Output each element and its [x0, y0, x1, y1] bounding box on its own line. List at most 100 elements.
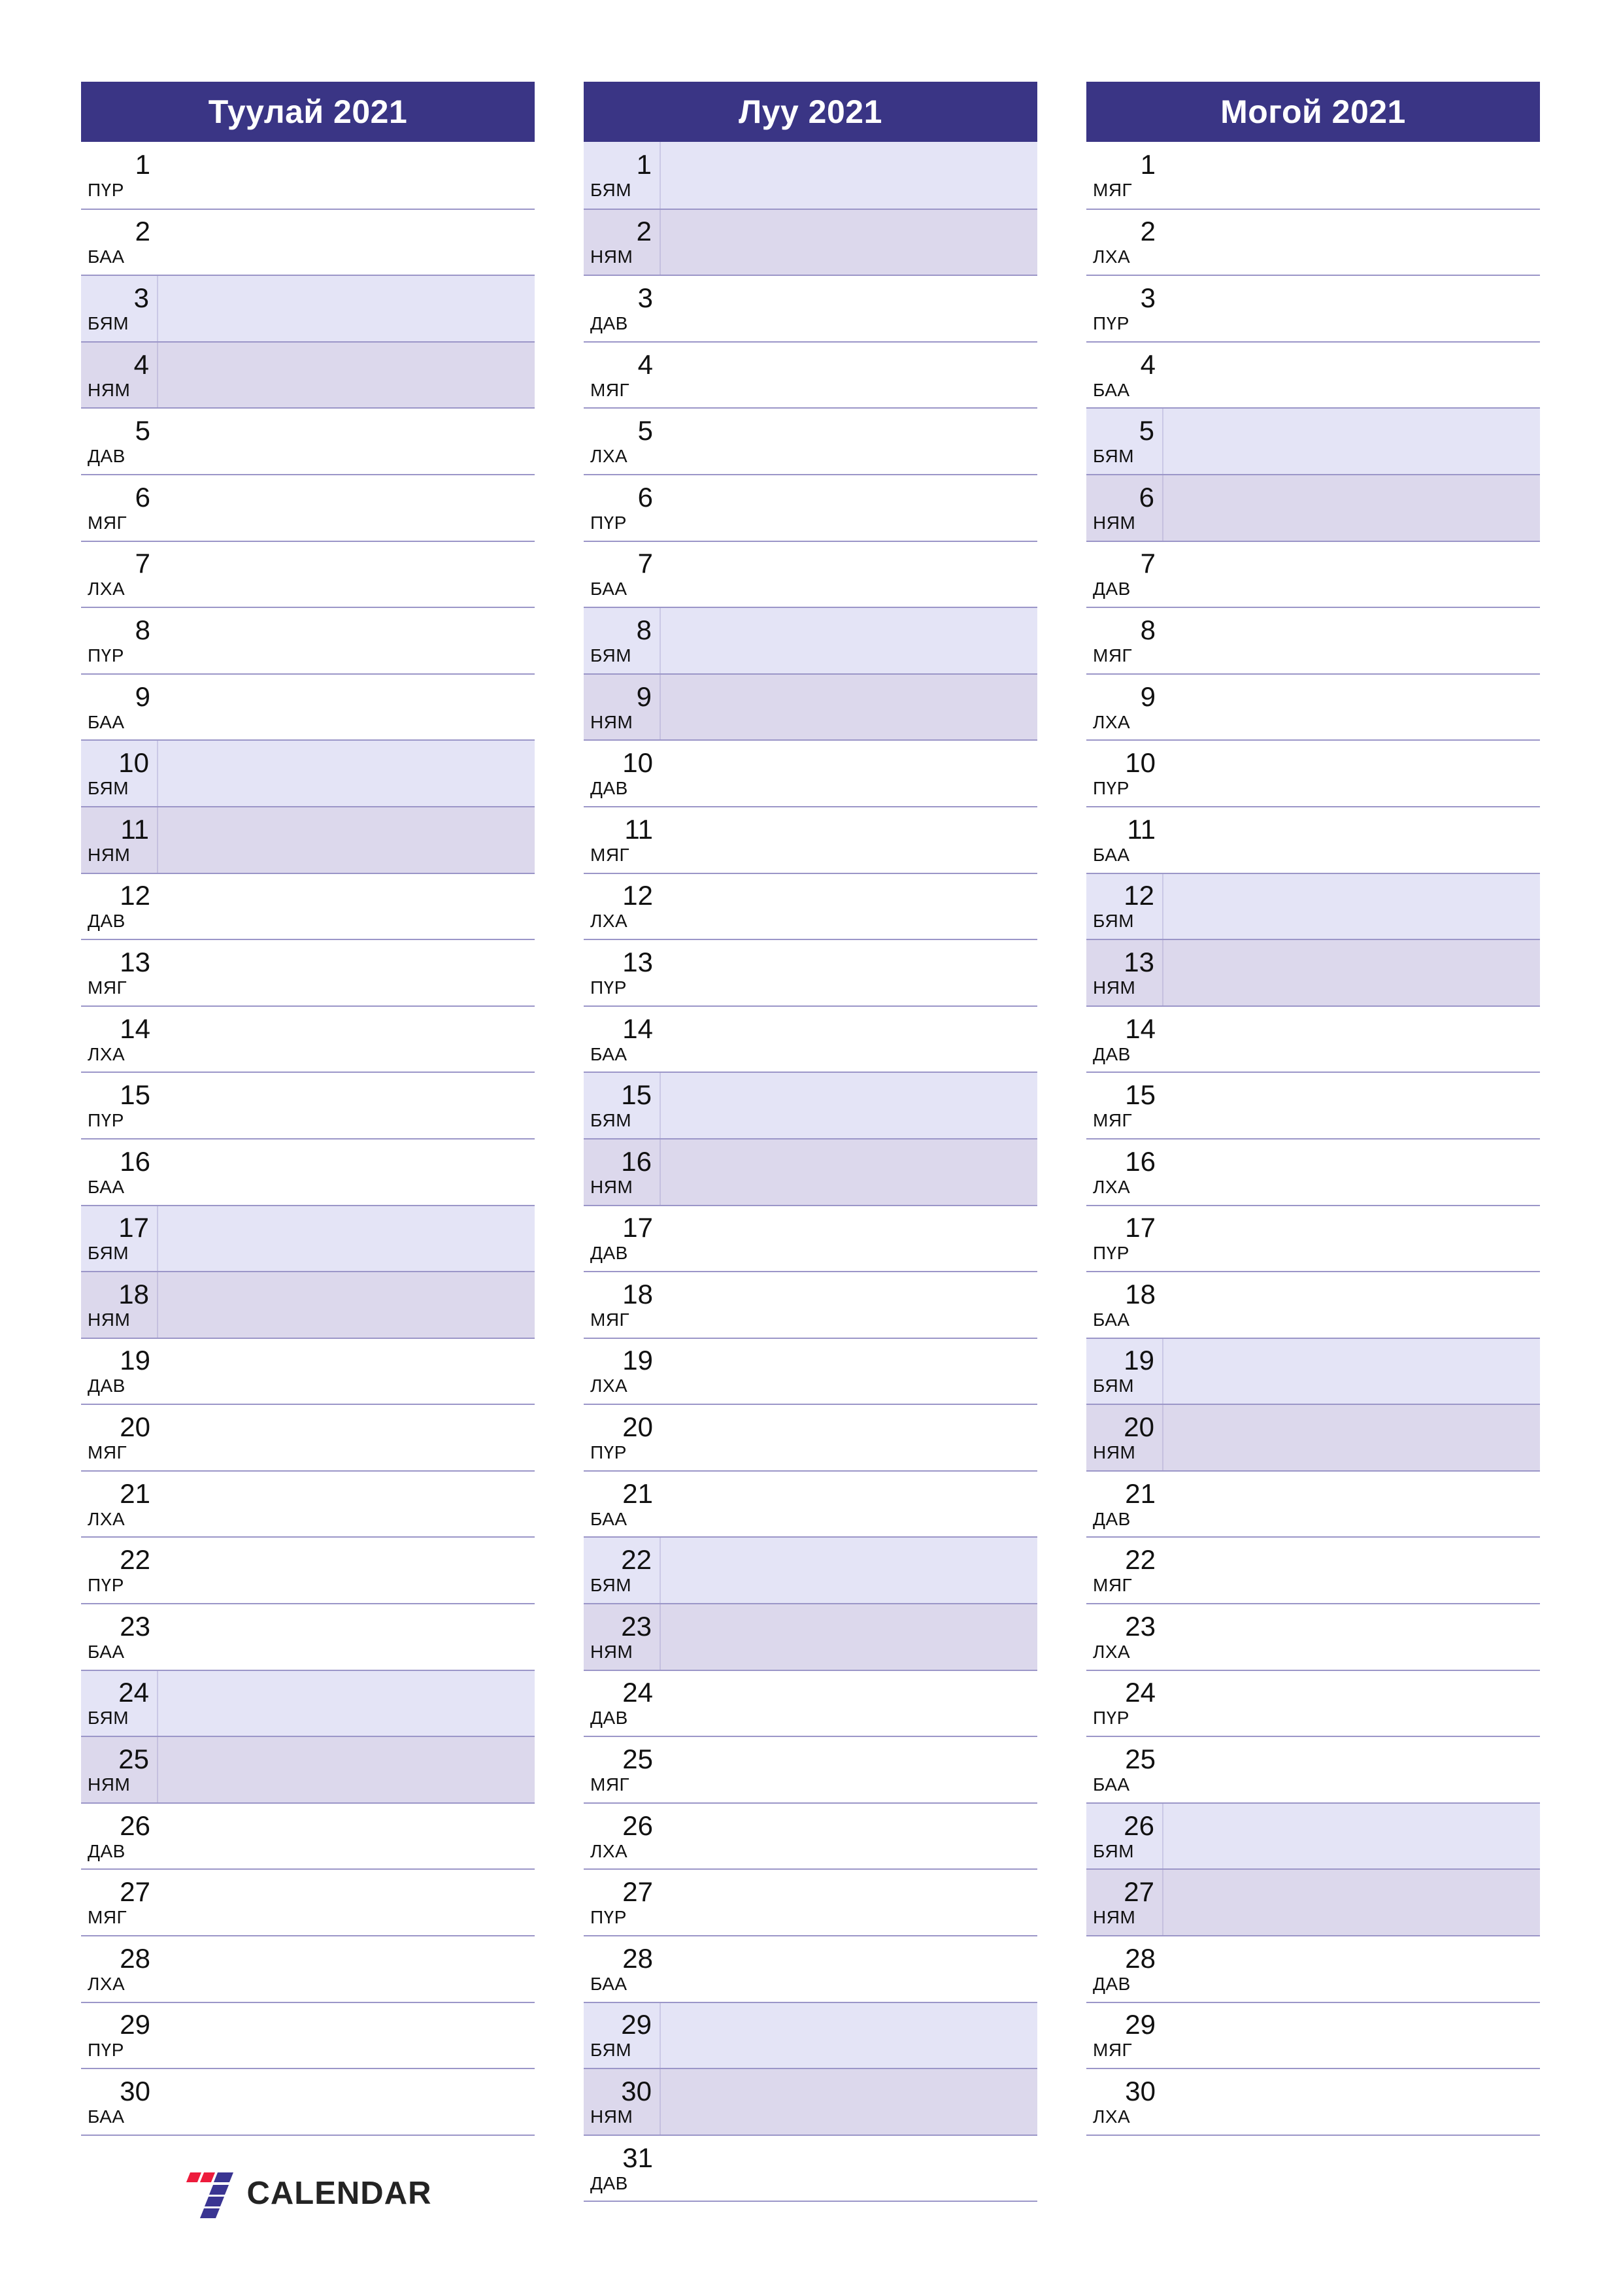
- day-row[interactable]: 31 ДАВ: [584, 2134, 1037, 2201]
- day-notes-area[interactable]: [661, 142, 1037, 209]
- day-notes-area[interactable]: [661, 210, 1037, 275]
- day-notes-area[interactable]: [158, 409, 535, 474]
- day-row[interactable]: 16 ЛХА: [1086, 1138, 1540, 1205]
- day-row[interactable]: 6 НЯМ: [1086, 473, 1540, 541]
- day-notes-area[interactable]: [1163, 2069, 1540, 2135]
- day-row[interactable]: 14 ДАВ: [1086, 1005, 1540, 1072]
- day-row[interactable]: 13 ПҮР: [584, 939, 1037, 1005]
- day-row[interactable]: 1 ПҮР: [81, 142, 535, 209]
- day-row[interactable]: 24 ДАВ: [584, 1669, 1037, 1736]
- day-notes-area[interactable]: [158, 1073, 535, 1138]
- day-notes-area[interactable]: [158, 608, 535, 673]
- day-notes-area[interactable]: [158, 1870, 535, 1935]
- day-row[interactable]: 2 БАА: [81, 208, 535, 275]
- day-notes-area[interactable]: [158, 142, 535, 209]
- day-notes-area[interactable]: [158, 343, 535, 408]
- day-row[interactable]: 12 БЯМ: [1086, 872, 1540, 939]
- day-row[interactable]: 19 БЯМ: [1086, 1337, 1540, 1404]
- day-notes-area[interactable]: [661, 807, 1037, 873]
- day-notes-area[interactable]: [661, 542, 1037, 607]
- day-notes-area[interactable]: [1163, 2003, 1540, 2068]
- day-notes-area[interactable]: [1163, 1604, 1540, 1670]
- day-notes-area[interactable]: [1163, 1737, 1540, 1802]
- day-notes-area[interactable]: [661, 1007, 1037, 1072]
- day-notes-area[interactable]: [661, 1272, 1037, 1338]
- day-row[interactable]: 8 МЯГ: [1086, 607, 1540, 673]
- day-row[interactable]: 13 МЯГ: [81, 939, 535, 1005]
- day-notes-area[interactable]: [1163, 940, 1540, 1005]
- day-row[interactable]: 25 НЯМ: [81, 1736, 535, 1802]
- day-notes-area[interactable]: [661, 1538, 1037, 1603]
- day-notes-area[interactable]: [158, 1140, 535, 1205]
- day-row[interactable]: 27 ПҮР: [584, 1868, 1037, 1936]
- day-row[interactable]: 20 МЯГ: [81, 1404, 535, 1470]
- day-row[interactable]: 6 ПҮР: [584, 473, 1037, 541]
- day-notes-area[interactable]: [158, 1272, 535, 1338]
- day-notes-area[interactable]: [1163, 1140, 1540, 1205]
- day-row[interactable]: 8 ПҮР: [81, 607, 535, 673]
- day-notes-area[interactable]: [1163, 1007, 1540, 1072]
- day-notes-area[interactable]: [661, 1140, 1037, 1205]
- day-notes-area[interactable]: [661, 1870, 1037, 1935]
- day-row[interactable]: 18 МЯГ: [584, 1271, 1037, 1338]
- day-notes-area[interactable]: [1163, 1870, 1540, 1935]
- day-row[interactable]: 23 ЛХА: [1086, 1603, 1540, 1670]
- day-notes-area[interactable]: [661, 475, 1037, 541]
- day-notes-area[interactable]: [158, 276, 535, 341]
- day-row[interactable]: 12 ЛХА: [584, 872, 1037, 939]
- day-notes-area[interactable]: [1163, 142, 1540, 209]
- day-notes-area[interactable]: [158, 1405, 535, 1470]
- day-row[interactable]: 15 ПҮР: [81, 1072, 535, 1138]
- day-row[interactable]: 24 БЯМ: [81, 1669, 535, 1736]
- day-row[interactable]: 26 БЯМ: [1086, 1802, 1540, 1869]
- day-notes-area[interactable]: [661, 1804, 1037, 1869]
- day-row[interactable]: 27 МЯГ: [81, 1868, 535, 1936]
- day-row[interactable]: 11 НЯМ: [81, 805, 535, 873]
- day-row[interactable]: 11 БАА: [1086, 805, 1540, 873]
- day-row[interactable]: 19 ЛХА: [584, 1337, 1037, 1404]
- day-notes-area[interactable]: [158, 1936, 535, 2002]
- day-row[interactable]: 19 ДАВ: [81, 1337, 535, 1404]
- day-row[interactable]: 22 МЯГ: [1086, 1536, 1540, 1604]
- day-row[interactable]: 1 МЯГ: [1086, 142, 1540, 209]
- day-notes-area[interactable]: [1163, 1936, 1540, 2002]
- day-notes-area[interactable]: [158, 675, 535, 740]
- day-notes-area[interactable]: [661, 409, 1037, 474]
- day-row[interactable]: 30 ЛХА: [1086, 2068, 1540, 2135]
- day-notes-area[interactable]: [661, 675, 1037, 740]
- day-notes-area[interactable]: [158, 542, 535, 607]
- day-row[interactable]: 6 МЯГ: [81, 473, 535, 541]
- day-row[interactable]: 24 ПҮР: [1086, 1669, 1540, 1736]
- day-notes-area[interactable]: [158, 1804, 535, 1869]
- day-row[interactable]: 17 ПҮР: [1086, 1204, 1540, 1272]
- day-row[interactable]: 5 БЯМ: [1086, 407, 1540, 474]
- day-notes-area[interactable]: [1163, 1472, 1540, 1537]
- day-notes-area[interactable]: [158, 1604, 535, 1670]
- day-notes-area[interactable]: [1163, 874, 1540, 939]
- day-row[interactable]: 4 МЯГ: [584, 341, 1037, 408]
- day-notes-area[interactable]: [661, 1737, 1037, 1802]
- day-row[interactable]: 16 НЯМ: [584, 1138, 1037, 1205]
- day-row[interactable]: 26 ЛХА: [584, 1802, 1037, 1869]
- day-row[interactable]: 22 ПҮР: [81, 1536, 535, 1604]
- day-notes-area[interactable]: [661, 1936, 1037, 2002]
- day-row[interactable]: 20 ПҮР: [584, 1404, 1037, 1470]
- day-notes-area[interactable]: [158, 2003, 535, 2068]
- day-notes-area[interactable]: [661, 1405, 1037, 1470]
- day-row[interactable]: 3 ПҮР: [1086, 275, 1540, 341]
- day-notes-area[interactable]: [158, 1737, 535, 1802]
- day-notes-area[interactable]: [661, 2003, 1037, 2068]
- day-notes-area[interactable]: [1163, 276, 1540, 341]
- day-notes-area[interactable]: [158, 1206, 535, 1272]
- day-notes-area[interactable]: [158, 1538, 535, 1603]
- day-row[interactable]: 15 МЯГ: [1086, 1072, 1540, 1138]
- day-notes-area[interactable]: [1163, 1272, 1540, 1338]
- day-notes-area[interactable]: [661, 608, 1037, 673]
- day-row[interactable]: 15 БЯМ: [584, 1072, 1037, 1138]
- day-row[interactable]: 17 ДАВ: [584, 1204, 1037, 1272]
- day-row[interactable]: 29 ПҮР: [81, 2001, 535, 2068]
- day-row[interactable]: 10 ДАВ: [584, 739, 1037, 806]
- day-notes-area[interactable]: [1163, 1538, 1540, 1603]
- day-row[interactable]: 13 НЯМ: [1086, 939, 1540, 1005]
- day-notes-area[interactable]: [661, 940, 1037, 1005]
